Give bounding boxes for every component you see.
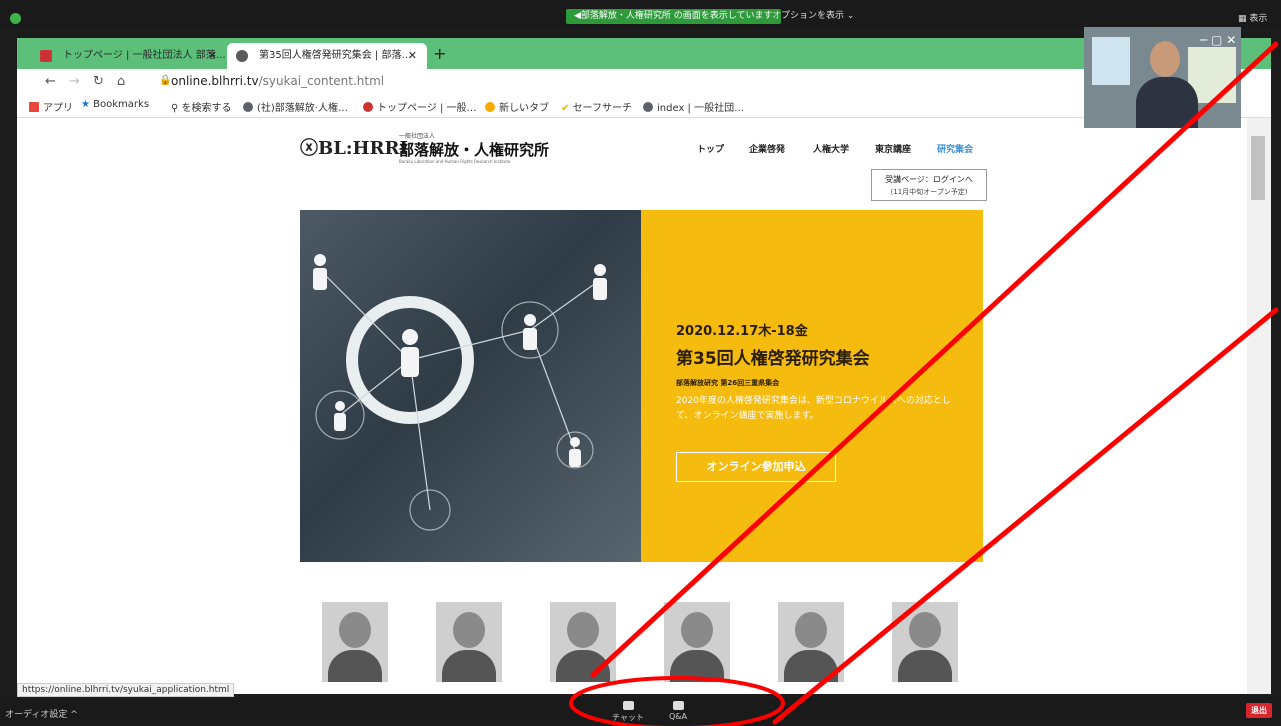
annotation-ellipse xyxy=(569,676,785,726)
annotation-arrow-line xyxy=(772,307,1279,725)
annotation-arrow-line xyxy=(590,41,1279,678)
annotation-overlay xyxy=(569,41,1279,726)
